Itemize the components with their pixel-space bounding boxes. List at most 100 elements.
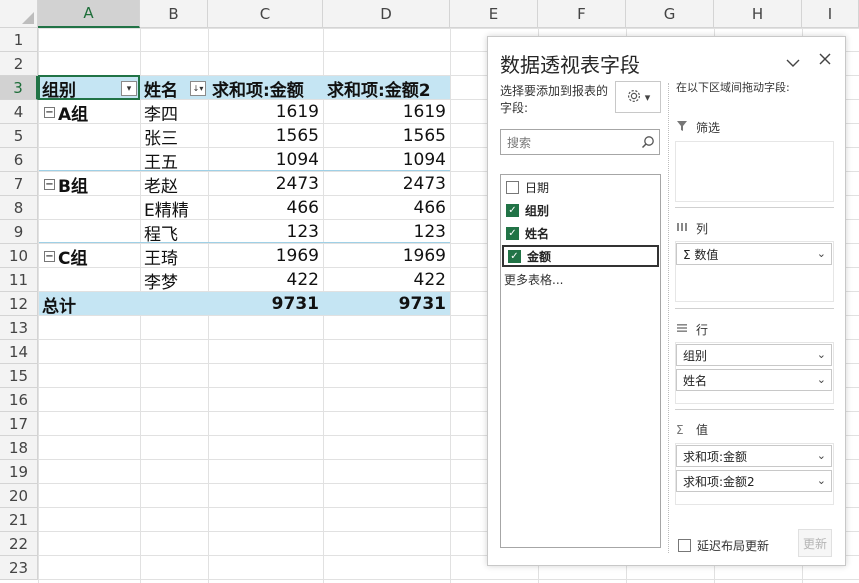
more-tables-link[interactable]: 更多表格... — [504, 271, 563, 288]
panel-options-chevron-icon[interactable] — [785, 53, 801, 72]
filter-drop-area[interactable] — [675, 141, 834, 202]
gear-icon — [626, 88, 642, 107]
row-header[interactable]: 13 — [0, 316, 38, 340]
panel-splitter[interactable] — [668, 83, 669, 553]
group-label-b[interactable]: − B组 — [44, 172, 88, 197]
chevron-down-icon[interactable]: ⌄ — [817, 373, 826, 386]
row-header[interactable]: 12 — [0, 292, 38, 316]
group-label-a[interactable]: − A组 — [44, 100, 89, 125]
sum2-cell[interactable]: 123 — [323, 220, 450, 244]
name-cell[interactable]: E精精 — [144, 196, 189, 221]
field-item-group[interactable]: ✓ 组别 — [502, 199, 659, 221]
column-header-c[interactable]: C — [208, 0, 323, 28]
row-header[interactable]: 2 — [0, 52, 38, 76]
row-header[interactable]: 20 — [0, 484, 38, 508]
field-search-input[interactable]: 搜索 — [500, 129, 660, 155]
name-sort-filter-icon[interactable]: ↓▾ — [190, 81, 206, 96]
row-header[interactable]: 1 — [0, 28, 38, 52]
name-cell[interactable]: 张三 — [144, 124, 178, 149]
row-header[interactable]: 16 — [0, 388, 38, 412]
row-header[interactable]: 7 — [0, 172, 38, 196]
column-header-g[interactable]: G — [626, 0, 714, 28]
checkbox-checked-icon[interactable]: ✓ — [506, 203, 519, 217]
field-item-name[interactable]: ✓ 姓名 — [502, 222, 659, 244]
panel-title: 数据透视表字段 — [500, 53, 640, 77]
row-header[interactable]: 17 — [0, 412, 38, 436]
row-header[interactable]: 8 — [0, 196, 38, 220]
row-header[interactable]: 5 — [0, 124, 38, 148]
column-header-a[interactable]: A — [38, 0, 140, 28]
chevron-down-icon[interactable]: ⌄ — [817, 449, 826, 462]
collapse-icon[interactable]: − — [44, 106, 55, 118]
grand-total-sum1[interactable]: 9731 — [208, 292, 323, 316]
row-header[interactable]: 4 — [0, 100, 38, 124]
select-all-corner[interactable] — [0, 0, 38, 28]
sum1-cell[interactable]: 123 — [208, 220, 323, 244]
column-header-b[interactable]: B — [140, 0, 208, 28]
sum2-cell[interactable]: 1094 — [323, 148, 450, 172]
sum2-cell[interactable]: 1619 — [323, 100, 450, 124]
close-icon[interactable] — [818, 51, 832, 70]
column-header-d[interactable]: D — [323, 0, 450, 28]
name-cell[interactable]: 程飞 — [144, 220, 178, 245]
grand-total-sum2[interactable]: 9731 — [323, 292, 450, 316]
group-text: A组 — [58, 104, 89, 125]
name-cell[interactable]: 李四 — [144, 100, 178, 125]
checkbox-checked-icon[interactable]: ✓ — [506, 226, 519, 240]
sum2-cell[interactable]: 422 — [323, 268, 450, 292]
field-item-amount[interactable]: ✓ 金额 — [502, 245, 659, 267]
sum1-cell[interactable]: 466 — [208, 196, 323, 220]
sum2-cell[interactable]: 1565 — [323, 124, 450, 148]
group-label-c[interactable]: − C组 — [44, 244, 87, 269]
sum1-cell[interactable]: 2473 — [208, 172, 323, 196]
field-item-date[interactable]: 日期 — [502, 176, 659, 198]
update-button[interactable]: 更新 — [798, 529, 832, 557]
collapse-icon[interactable]: − — [44, 250, 55, 262]
columns-item-values[interactable]: Σ 数值 ⌄ — [676, 243, 832, 265]
name-cell[interactable]: 老赵 — [144, 172, 178, 197]
row-header[interactable]: 3 — [0, 76, 38, 100]
sum1-cell[interactable]: 1565 — [208, 124, 323, 148]
row-header[interactable]: 10 — [0, 244, 38, 268]
row-header[interactable]: 18 — [0, 436, 38, 460]
grand-total-label[interactable]: 总计 — [42, 292, 76, 317]
checkbox-unchecked-icon[interactable] — [678, 539, 691, 552]
chevron-down-icon[interactable]: ⌄ — [817, 348, 826, 361]
sum1-cell[interactable]: 1094 — [208, 148, 323, 172]
name-cell[interactable]: 李梦 — [144, 268, 178, 293]
row-header[interactable]: 19 — [0, 460, 38, 484]
checkbox-checked-icon[interactable]: ✓ — [508, 249, 521, 263]
rows-item-name[interactable]: 姓名 ⌄ — [676, 369, 832, 391]
sum1-cell[interactable]: 1619 — [208, 100, 323, 124]
row-header[interactable]: 21 — [0, 508, 38, 532]
sum2-cell[interactable]: 466 — [323, 196, 450, 220]
chevron-down-icon[interactable]: ⌄ — [817, 247, 826, 260]
column-header-i[interactable]: I — [802, 0, 859, 28]
chevron-down-icon[interactable]: ⌄ — [817, 474, 826, 487]
rows-item-group[interactable]: 组别 ⌄ — [676, 344, 832, 366]
row-header[interactable]: 11 — [0, 268, 38, 292]
row-header[interactable]: 9 — [0, 220, 38, 244]
sum1-cell[interactable]: 422 — [208, 268, 323, 292]
column-header-h[interactable]: H — [714, 0, 802, 28]
sum2-cell[interactable]: 1969 — [323, 244, 450, 268]
collapse-icon[interactable]: − — [44, 178, 55, 190]
group-text: B组 — [58, 176, 88, 197]
column-header-e[interactable]: E — [450, 0, 538, 28]
row-header[interactable]: 6 — [0, 148, 38, 172]
row-header[interactable]: 14 — [0, 340, 38, 364]
values-item-sum1[interactable]: 求和项:金额 ⌄ — [676, 445, 832, 467]
row-header[interactable]: 22 — [0, 532, 38, 556]
row-header[interactable]: 23 — [0, 556, 38, 580]
name-cell[interactable]: 王琦 — [144, 244, 178, 269]
values-item-sum2[interactable]: 求和项:金额2 ⌄ — [676, 470, 832, 492]
tools-button[interactable]: ▾ — [615, 81, 661, 113]
column-header-f[interactable]: F — [538, 0, 626, 28]
sum1-cell[interactable]: 1969 — [208, 244, 323, 268]
name-cell[interactable]: 王五 — [144, 148, 178, 173]
checkbox-unchecked-icon[interactable] — [506, 180, 519, 194]
choose-fields-label: 选择要添加到报表的字段: — [500, 84, 609, 115]
sum2-cell[interactable]: 2473 — [323, 172, 450, 196]
row-header[interactable]: 15 — [0, 364, 38, 388]
defer-layout-update[interactable]: 延迟布局更新 — [678, 537, 769, 554]
